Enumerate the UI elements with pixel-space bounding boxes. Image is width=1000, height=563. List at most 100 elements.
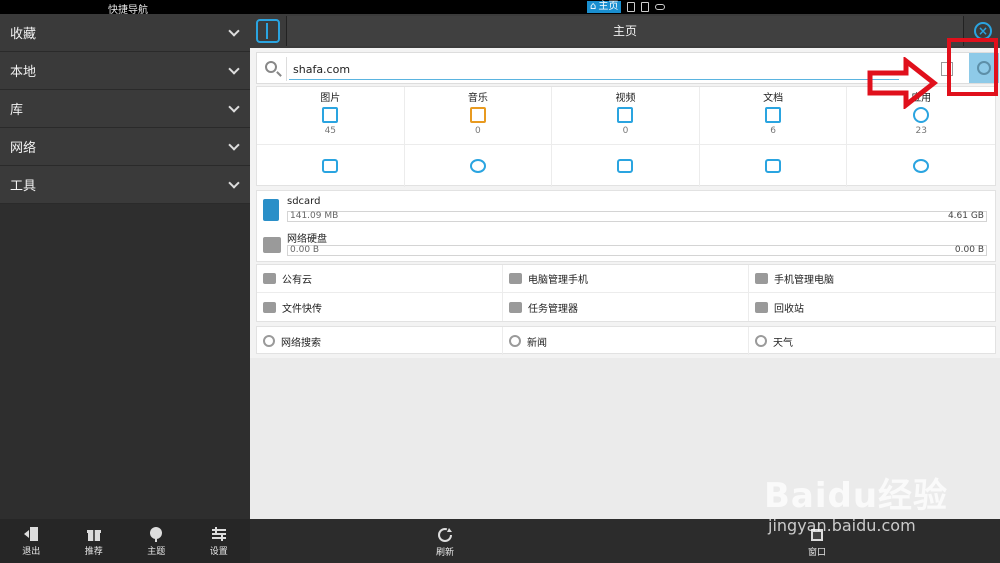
settings-button[interactable]: 设置 <box>199 526 239 557</box>
category-label: 视频 <box>615 93 636 104</box>
sdcard-icon <box>263 199 279 221</box>
category-count: 6 <box>770 126 776 136</box>
list-item-recycle-bin[interactable]: 回收站 <box>749 293 995 321</box>
storage-used: 0.00 B <box>290 245 320 255</box>
sidebar-item-local[interactable]: 本地 <box>0 52 250 90</box>
sidebar-toolbar: 退出 推荐 主题 设置 <box>0 519 250 563</box>
panel-toggle-icon[interactable] <box>256 19 280 43</box>
feature-list: 公有云 电脑管理手机 手机管理电脑 文件快传 任务管理器 回收站 <box>256 264 996 322</box>
list-item-pc-manage-phone[interactable]: 电脑管理手机 <box>503 265 749 292</box>
storage-total: 4.61 GB <box>947 211 984 221</box>
storage-list: sdcard 141.09 MB 4.61 GB 网络硬盘 0.00 B 0.0… <box>256 190 996 262</box>
category-count: 23 <box>915 126 927 136</box>
list-item-news[interactable]: 新闻 <box>503 327 749 355</box>
gift-icon <box>85 526 103 542</box>
phone-tab-icon[interactable] <box>627 2 636 12</box>
image-icon <box>322 107 339 123</box>
list-item-label: 网络搜索 <box>281 337 321 349</box>
list-item-label: 手机管理电脑 <box>774 275 834 286</box>
list-item-label: 电脑管理手机 <box>528 275 588 286</box>
storage-usage-bar: 0.00 B 0.00 B <box>287 245 987 256</box>
sidebar-item-label: 本地 <box>10 65 37 80</box>
storage-name: 网络硬盘 <box>287 234 327 245</box>
android-network-icon <box>913 159 930 173</box>
watermark-url: jingyan.baidu.com <box>768 516 916 535</box>
home-icon: ⌂ <box>590 1 597 12</box>
storage-netdisk[interactable]: 网络硬盘 0.00 B 0.00 B <box>257 227 995 261</box>
search-icon <box>265 61 277 73</box>
cloud-icon <box>263 273 276 284</box>
search-divider <box>286 57 287 81</box>
list-row: 文件快传 任务管理器 回收站 <box>257 293 995 321</box>
category-video[interactable]: 视频 0 <box>552 87 700 145</box>
chevron-down-icon <box>228 62 240 75</box>
sidebar-item-library[interactable]: 库 <box>0 90 250 128</box>
sidebar-item-label: 网络 <box>10 141 37 156</box>
storage-total: 0.00 B <box>954 245 984 255</box>
exit-button[interactable]: 退出 <box>11 526 51 557</box>
video-network-icon <box>617 159 634 173</box>
category-music[interactable]: 音乐 0 <box>404 87 553 145</box>
list-item-label: 新闻 <box>527 337 547 349</box>
recommend-button[interactable]: 推荐 <box>74 526 114 557</box>
list-item-label: 回收站 <box>774 303 804 315</box>
book-tool[interactable] <box>700 145 848 187</box>
category-documents[interactable]: 文档 6 <box>699 87 848 145</box>
list-item-phone-manage-pc[interactable]: 手机管理电脑 <box>749 265 995 292</box>
refresh-label: 刷新 <box>435 548 454 558</box>
theme-button[interactable]: 主题 <box>136 526 176 557</box>
list-item-weather[interactable]: 天气 <box>749 327 995 355</box>
image-tool[interactable] <box>257 145 405 187</box>
chevron-down-icon <box>228 138 240 151</box>
list-item-public-cloud[interactable]: 公有云 <box>257 265 503 292</box>
book-network-icon <box>765 159 782 173</box>
web-list: 网络搜索 新闻 天气 <box>256 326 996 355</box>
storage-name: sdcard <box>287 196 321 207</box>
chevron-down-icon <box>228 100 240 113</box>
settings-label: 设置 <box>209 546 228 557</box>
list-item-task-manager[interactable]: 任务管理器 <box>503 293 749 321</box>
list-item-label: 任务管理器 <box>528 303 578 315</box>
list-item-label: 文件快传 <box>282 303 322 315</box>
app-tool[interactable] <box>847 145 995 187</box>
list-item-file-transfer[interactable]: 文件快传 <box>257 293 503 321</box>
main-header: 主页 × <box>250 14 1000 48</box>
list-item-web-search[interactable]: 网络搜索 <box>257 327 503 355</box>
sidebar-item-network[interactable]: 网络 <box>0 128 250 166</box>
page-title: 主页 <box>286 16 964 46</box>
sidebar-item-label: 工具 <box>10 179 37 194</box>
list-row: 公有云 电脑管理手机 手机管理电脑 <box>257 265 995 293</box>
list-item-label: 公有云 <box>282 275 312 286</box>
sidebar-item-favorites[interactable]: 收藏 <box>0 14 250 52</box>
sidebar-item-tools[interactable]: 工具 <box>0 166 250 204</box>
window-tabs: ⌂ 主页 <box>587 0 666 14</box>
trash-icon <box>755 301 768 313</box>
red-highlight-box <box>947 38 998 96</box>
category-count: 0 <box>622 126 629 136</box>
url-input[interactable] <box>293 59 893 79</box>
recommend-label: 推荐 <box>84 546 103 557</box>
list-row: 网络搜索 新闻 天气 <box>257 327 995 355</box>
theme-label: 主题 <box>147 546 166 557</box>
sidebar-item-label: 库 <box>10 103 24 118</box>
category-count: 45 <box>324 126 337 136</box>
document-icon <box>765 107 782 123</box>
cloud-tab-icon[interactable] <box>655 4 666 10</box>
status-bar: 快捷导航 ⌂ 主页 <box>0 0 1000 16</box>
watermark-brand: Baidu经验 <box>764 476 949 516</box>
music-icon <box>469 107 486 123</box>
computer-icon <box>509 273 522 284</box>
refresh-button[interactable]: 刷新 <box>425 527 465 558</box>
video-tool[interactable] <box>552 145 700 187</box>
device-tab-icon[interactable] <box>641 2 650 12</box>
storage-sdcard[interactable]: sdcard 141.09 MB 4.61 GB <box>257 193 995 227</box>
sidebar-empty-area <box>0 204 250 519</box>
tab-home[interactable]: ⌂ 主页 <box>587 1 622 13</box>
music-tool[interactable] <box>405 145 553 187</box>
sidebar: 收藏 本地 库 网络 工具 <box>0 14 250 519</box>
red-arrow-annotation <box>867 57 938 109</box>
globe-icon <box>509 335 521 347</box>
globe-icon <box>263 335 275 347</box>
category-images[interactable]: 图片 45 <box>257 87 405 145</box>
input-underline <box>289 79 899 80</box>
